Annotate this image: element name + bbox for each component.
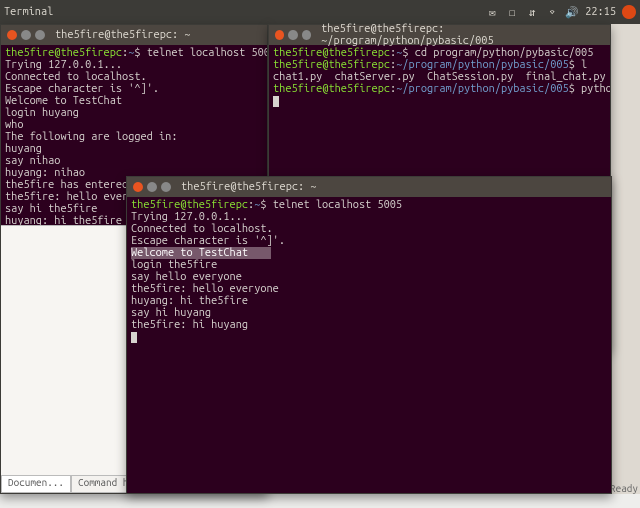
network-icon[interactable]: ⇵ [525,5,539,19]
desktop-workspace: CommandHandler ChatSession the5fire@the5… [0,24,640,494]
chat-icon[interactable]: ☐ [505,5,519,19]
maximize-icon[interactable] [302,30,311,40]
window-title: the5fire@the5firepc: ~ [181,181,317,193]
session-icon[interactable] [622,5,636,19]
close-icon[interactable] [275,30,284,40]
minimize-icon[interactable] [21,30,31,40]
minimize-icon[interactable] [288,30,297,40]
status-ready: Ready [610,483,638,494]
close-icon[interactable] [7,30,17,40]
clock[interactable]: 22:15 [585,6,616,18]
terminal-output[interactable]: the5fire@the5firepc:~$ telnet localhost … [127,197,611,345]
maximize-icon[interactable] [35,30,45,40]
titlebar[interactable]: the5fire@the5firepc: ~ [127,177,611,197]
terminal-output[interactable]: the5fire@the5firepc:~$ cd program/python… [269,45,610,109]
titlebar[interactable]: the5fire@the5firepc: ~ [1,25,267,45]
gnome-top-panel: Terminal ✉ ☐ ⇵ ⌔ 🔊 22:15 [0,0,640,24]
maximize-icon[interactable] [161,182,171,192]
close-icon[interactable] [133,182,143,192]
mail-icon[interactable]: ✉ [485,5,499,19]
minimize-icon[interactable] [147,182,157,192]
window-title: the5fire@the5firepc: ~ [55,29,191,41]
active-app-label: Terminal [4,6,53,18]
titlebar[interactable]: the5fire@the5firepc: ~/program/python/py… [269,25,610,45]
system-tray: ✉ ☐ ⇵ ⌔ 🔊 22:15 [485,5,636,19]
volume-icon[interactable]: 🔊 [565,5,579,19]
wifi-icon[interactable]: ⌔ [545,5,559,19]
tab-documents[interactable]: Documen... [1,475,71,493]
terminal-window-3[interactable]: the5fire@the5firepc: ~ the5fire@the5fire… [126,176,612,494]
window-title: the5fire@the5firepc: ~/program/python/py… [321,23,604,47]
